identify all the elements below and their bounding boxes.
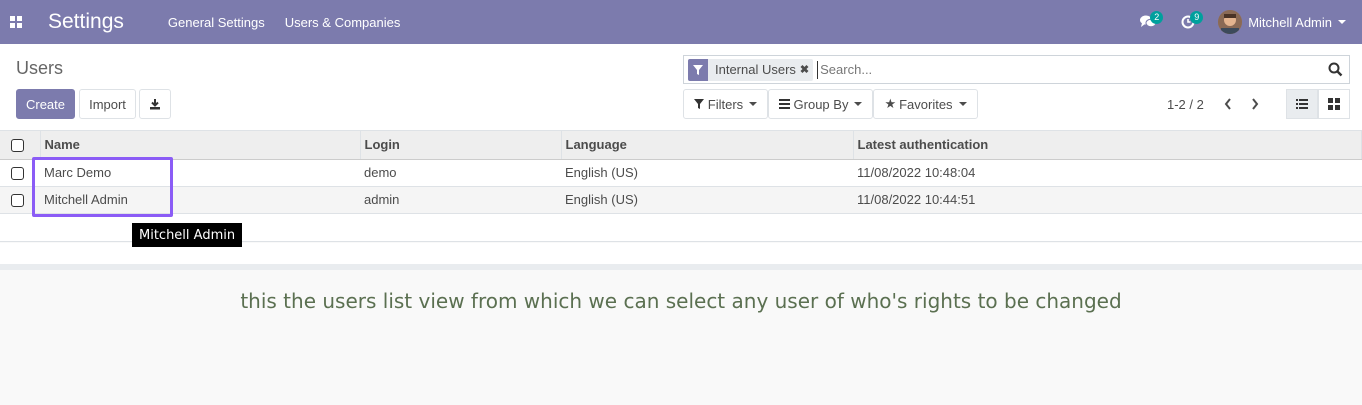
activities-badge: 9 <box>1190 11 1204 24</box>
search-icon[interactable] <box>1321 56 1349 84</box>
menu-users-companies[interactable]: Users & Companies <box>285 15 401 30</box>
select-all-cell <box>0 131 41 160</box>
pager-value[interactable]: 1-2 / 2 <box>1167 97 1204 112</box>
caption-text: this the users list view from which we c… <box>240 289 1122 313</box>
group-by-label: Group By <box>793 96 849 112</box>
apps-menu-icon[interactable] <box>0 0 32 44</box>
list-view-button[interactable] <box>1286 89 1318 119</box>
activities-button[interactable]: 9 <box>1168 0 1208 44</box>
column-language[interactable]: Language <box>561 131 854 160</box>
facet-label: Internal Users <box>715 62 796 77</box>
cell-latest-authentication[interactable]: 11/08/2022 10:44:51 <box>853 186 1362 214</box>
breadcrumb: Users <box>16 58 64 78</box>
cell-login[interactable]: admin <box>360 186 561 214</box>
group-by-button[interactable]: Group By <box>768 89 873 119</box>
kanban-view-button[interactable] <box>1318 89 1350 119</box>
menu-general-settings[interactable]: General Settings <box>168 15 265 30</box>
user-name: Mitchell Admin <box>1248 14 1332 30</box>
highlight-box <box>32 157 173 217</box>
filters-button[interactable]: Filters <box>683 89 768 119</box>
cell-language[interactable]: English (US) <box>561 159 853 187</box>
chevron-left-icon <box>1224 98 1231 110</box>
search-input[interactable] <box>817 60 1321 79</box>
search-facet[interactable]: Internal Users ✖ <box>688 58 814 81</box>
avatar <box>1218 10 1243 34</box>
download-icon <box>150 99 160 110</box>
favorites-label: Favorites <box>899 96 953 112</box>
table-row[interactable]: Marc Demo demo English (US) 11/08/2022 1… <box>0 159 1362 187</box>
search-bar[interactable]: Internal Users ✖ <box>683 55 1350 84</box>
chevron-down-icon <box>1338 20 1346 24</box>
app-name[interactable]: Settings <box>48 10 124 34</box>
select-all-checkbox[interactable] <box>11 139 24 153</box>
star-icon: ★ <box>884 96 897 111</box>
bars-icon <box>778 99 790 109</box>
row-checkbox[interactable] <box>11 167 24 181</box>
filters-label: Filters <box>707 96 744 112</box>
column-latest-authentication[interactable]: Latest authentication <box>853 131 1362 160</box>
chevron-down-icon <box>854 102 863 106</box>
user-menu[interactable]: Mitchell Admin <box>1218 10 1346 34</box>
pager-previous-button[interactable] <box>1218 94 1238 114</box>
table-footer <box>0 243 1362 270</box>
import-button[interactable]: Import <box>79 89 136 119</box>
favorites-button[interactable]: ★ Favorites <box>873 89 978 119</box>
cell-latest-authentication[interactable]: 11/08/2022 10:48:04 <box>853 159 1362 187</box>
cell-login[interactable]: demo <box>360 159 561 187</box>
row-checkbox[interactable] <box>11 194 24 208</box>
close-icon[interactable]: ✖ <box>800 63 809 76</box>
list-icon <box>1296 99 1308 109</box>
filter-icon <box>688 58 708 81</box>
pager-next-button[interactable] <box>1245 94 1265 114</box>
chevron-down-icon <box>958 102 967 106</box>
chevron-down-icon <box>749 102 758 106</box>
export-button[interactable] <box>139 89 171 119</box>
messages-button[interactable]: 2 <box>1128 0 1168 44</box>
messages-badge: 2 <box>1150 11 1164 24</box>
create-button[interactable]: Create <box>16 89 75 119</box>
control-panel: Users Create Import Internal Users ✖ Fil… <box>0 44 1362 131</box>
tooltip: Mitchell Admin <box>132 223 243 247</box>
filter-icon <box>693 99 704 109</box>
grid-icon <box>1328 98 1340 110</box>
top-navbar: Settings General Settings Users & Compan… <box>0 0 1362 44</box>
column-name[interactable]: Name <box>40 131 361 160</box>
column-login[interactable]: Login <box>360 131 562 160</box>
cell-language[interactable]: English (US) <box>561 186 853 214</box>
chevron-right-icon <box>1252 98 1259 110</box>
table-header-row: Name Login Language Latest authenticatio… <box>0 131 1362 160</box>
table-row[interactable]: Mitchell Admin admin English (US) 11/08/… <box>0 186 1362 214</box>
